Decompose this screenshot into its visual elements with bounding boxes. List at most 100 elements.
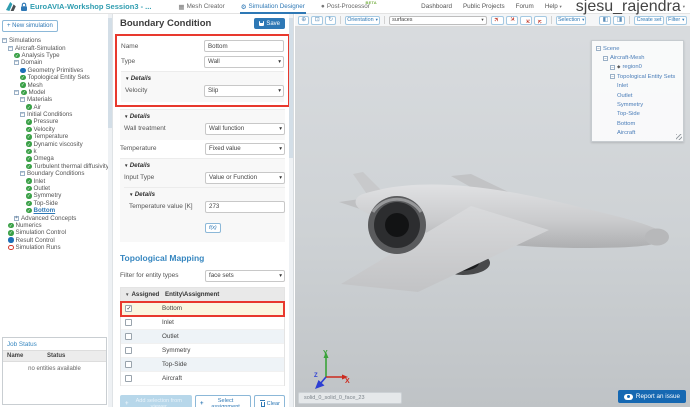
report-issue-button[interactable]: Report an issue xyxy=(617,390,686,403)
collapse-icon[interactable]: − xyxy=(20,171,25,177)
collapse-icon[interactable]: − xyxy=(610,64,615,70)
filter-select[interactable]: Filter ▾ xyxy=(665,15,688,25)
sidebar-item-top-side[interactable]: Top-Side xyxy=(0,200,112,207)
sidebar-item-simulations[interactable]: − Simulations xyxy=(0,37,112,44)
tab-mesh-creator[interactable]: ▦ Mesh Creator xyxy=(177,0,225,14)
sidebar-item-pressure[interactable]: Pressure xyxy=(0,118,112,125)
assignment-checkbox[interactable] xyxy=(125,333,132,340)
tab-post-processor[interactable]: ● Post-Processor BETA xyxy=(320,0,377,14)
sidebar-item-result-control[interactable]: Result Control xyxy=(0,237,112,244)
sidebar-item-materials[interactable]: − Materials xyxy=(0,96,112,103)
expand-icon[interactable]: + xyxy=(14,215,19,221)
collapse-icon[interactable]: − xyxy=(610,74,615,80)
assignment-row-top-side[interactable]: Top-Side xyxy=(121,358,284,372)
assignment-checkbox[interactable] xyxy=(125,305,132,313)
sidebar-item-advanced-concepts[interactable]: + Advanced Concepts xyxy=(0,214,112,222)
assignment-checkbox[interactable] xyxy=(125,361,132,368)
user-menu[interactable]: sjesu_rajendra ▾ xyxy=(576,0,685,16)
sidebar-item-symmetry[interactable]: Symmetry xyxy=(0,192,112,199)
nav-help[interactable]: Help ▾ xyxy=(545,3,562,10)
input-type-select[interactable]: Value or Function xyxy=(205,171,285,184)
sidebar-item-dynamic-viscosity[interactable]: Dynamic viscosity xyxy=(0,140,112,148)
sidebar-item-air[interactable]: Air xyxy=(0,104,112,111)
orientation-preset-3-button[interactable]: ✈ xyxy=(520,15,533,25)
assignment-row-aircraft[interactable]: Aircraft xyxy=(121,372,284,386)
sidebar-item-topological-entity-sets[interactable]: Topological Entity Sets xyxy=(0,74,112,81)
sidebar-item-inlet[interactable]: Inlet xyxy=(0,177,112,185)
sidebar-item-model[interactable]: − Model xyxy=(0,89,112,96)
sort-caret-icon[interactable]: ▼ xyxy=(125,292,129,297)
sidebar-item-temperature[interactable]: Temperature xyxy=(0,133,112,140)
sidebar-item-simulation-control[interactable]: Simulation Control xyxy=(0,229,112,236)
sidebar-item-aircraft-simulation[interactable]: − Aircraft-Simulation xyxy=(0,44,112,52)
collapse-icon[interactable]: − xyxy=(20,97,25,103)
scene-item-symmetry[interactable]: Symmetry xyxy=(595,100,680,109)
scene-item-topological-entity-sets[interactable]: − Topological Entity Sets xyxy=(595,72,680,81)
sidebar-item-geometry-primitives[interactable]: Geometry Primitives xyxy=(0,67,112,74)
details-section-title[interactable]: Details xyxy=(124,113,285,120)
scene-item-bottom[interactable]: Bottom xyxy=(595,119,680,128)
scene-item-scene[interactable]: − Scene xyxy=(595,44,680,53)
scene-item-aircraft[interactable]: Aircraft xyxy=(595,129,680,138)
name-input[interactable] xyxy=(204,40,284,52)
sidebar-item-velocity[interactable]: Velocity xyxy=(0,126,112,133)
isolate-button[interactable]: ◨ xyxy=(613,15,626,25)
create-set-button[interactable]: Create set xyxy=(634,15,664,25)
save-button[interactable]: Save xyxy=(254,18,285,29)
selection-select[interactable]: Selection ▾ xyxy=(555,15,587,25)
refresh-view-button[interactable]: ↻ xyxy=(324,15,337,25)
scene-item-top-side[interactable]: Top-Side xyxy=(595,110,680,119)
fit-view-button[interactable]: ⊡ xyxy=(311,15,323,25)
orientation-select[interactable]: Orientation ▾ xyxy=(345,15,380,25)
sidebar-item-k[interactable]: k xyxy=(0,148,112,155)
orientation-preset-4-button[interactable]: ✈ xyxy=(534,15,547,25)
type-select[interactable]: Wall xyxy=(204,55,284,68)
collapse-icon[interactable]: − xyxy=(20,112,25,118)
panel-scrollbar[interactable] xyxy=(289,14,293,407)
nav-dashboard[interactable]: Dashboard xyxy=(421,3,452,10)
viewer-3d[interactable]: ⊕ ⊡ ↻ Orientation ▾ surfaces ▾ ✈ ✈ ✈ ✈ Select… xyxy=(295,14,690,407)
sidebar-item-domain[interactable]: − Domain xyxy=(0,59,112,66)
scene-item-inlet[interactable]: Inlet xyxy=(595,82,680,91)
nav-forum[interactable]: Forum xyxy=(516,3,534,10)
render-mode-select[interactable]: surfaces ▾ xyxy=(388,15,488,25)
assignment-row-bottom[interactable]: Bottom xyxy=(120,301,285,317)
nav-public-projects[interactable]: Public Projects xyxy=(463,3,505,10)
collapse-icon[interactable]: − xyxy=(596,46,601,52)
zoom-in-button[interactable]: ⊕ xyxy=(298,15,310,25)
collapse-icon[interactable]: − xyxy=(8,45,13,51)
orientation-preset-2-button[interactable]: ✈ xyxy=(505,15,519,25)
sidebar-item-turbulent-thermal-diffusivity[interactable]: Turbulent thermal diffusivity xyxy=(0,163,112,170)
resize-handle[interactable] xyxy=(676,134,682,140)
details-section-title[interactable]: Details xyxy=(124,162,285,169)
collapse-icon[interactable]: − xyxy=(14,60,19,66)
scene-item-aircraft-mesh[interactable]: − Aircraft-Mesh xyxy=(595,53,680,62)
sidebar-item-omega[interactable]: Omega xyxy=(0,155,112,162)
clear-button[interactable]: Clear xyxy=(253,395,285,407)
sidebar-item-mesh[interactable]: Mesh xyxy=(0,81,112,89)
entity-filter-select[interactable]: face sets xyxy=(205,269,285,282)
sidebar-scrollbar[interactable] xyxy=(108,14,112,407)
sidebar-item-numerics[interactable]: Numerics xyxy=(0,222,112,229)
collapse-icon[interactable]: − xyxy=(603,55,608,61)
sidebar-item-initial-conditions[interactable]: − Initial Conditions xyxy=(0,111,112,118)
add-selection-from-viewer-button[interactable]: Add selection from viewer xyxy=(120,395,192,407)
sidebar-item-outlet[interactable]: Outlet xyxy=(0,185,112,192)
assignment-checkbox[interactable] xyxy=(125,319,132,326)
assignment-row-inlet[interactable]: Inlet xyxy=(121,316,284,330)
function-input-button[interactable]: f(x) xyxy=(205,222,221,233)
collapse-icon[interactable]: − xyxy=(14,89,19,95)
collapse-icon[interactable]: − xyxy=(2,38,7,44)
temperature-value-input[interactable] xyxy=(205,200,285,213)
aircraft-model[interactable] xyxy=(333,170,678,305)
temperature-select[interactable]: Fixed value xyxy=(205,142,285,155)
assignment-row-symmetry[interactable]: Symmetry xyxy=(121,344,284,358)
tab-simulation-designer[interactable]: ⚙ Simulation Designer xyxy=(240,0,306,14)
scene-item-region0[interactable]: − ◆ region0 xyxy=(595,63,680,72)
details-section-title[interactable]: Details xyxy=(125,75,284,82)
wall-treatment-select[interactable]: Wall function xyxy=(205,122,285,135)
sidebar-item-boundary-conditions[interactable]: − Boundary Conditions xyxy=(0,170,112,177)
details-section-title[interactable]: Details xyxy=(129,191,285,198)
select-assignment-button[interactable]: Select assignment xyxy=(194,395,251,407)
assignment-checkbox[interactable] xyxy=(125,347,132,354)
